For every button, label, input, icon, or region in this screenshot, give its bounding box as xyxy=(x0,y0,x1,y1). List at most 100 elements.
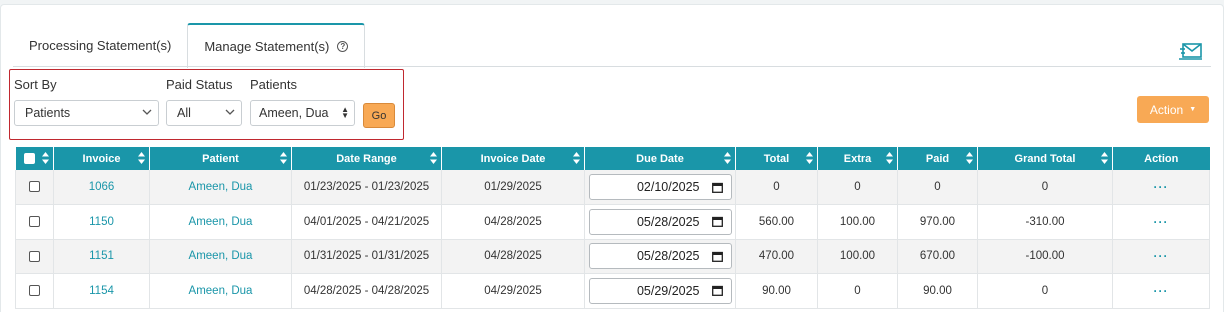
due-date-cell: 05/28/2025 xyxy=(584,239,736,274)
action-cell: ··· xyxy=(1112,204,1210,240)
calendar-icon[interactable] xyxy=(711,251,723,262)
invoice-link[interactable]: 1150 xyxy=(53,204,150,240)
patient-link[interactable]: Ameen, Dua xyxy=(149,273,292,309)
due-date-value: 05/29/2025 xyxy=(636,283,700,298)
grand-total-cell: -100.00 xyxy=(977,239,1113,274)
sort-icon[interactable] xyxy=(138,152,145,164)
tab-divider xyxy=(13,66,1211,67)
more-options-icon[interactable]: ··· xyxy=(1154,284,1169,298)
grand-total-cell: -310.00 xyxy=(977,204,1113,240)
tab-label: Processing Statement(s) xyxy=(29,37,172,53)
due-date-input[interactable]: 05/28/2025 xyxy=(588,243,732,270)
column-header-invoice-date[interactable]: Invoice Date xyxy=(441,147,585,170)
help-icon[interactable]: ? xyxy=(337,41,349,52)
sort-icon[interactable] xyxy=(573,152,580,164)
extra-cell: 100.00 xyxy=(817,239,898,274)
patients-label: Patients xyxy=(250,77,297,92)
column-header-total[interactable]: Total xyxy=(735,147,818,170)
more-options-icon[interactable]: ··· xyxy=(1154,249,1169,263)
invoice-link[interactable]: 1151 xyxy=(53,239,150,274)
paid-cell: 970.00 xyxy=(897,204,978,240)
calendar-icon[interactable] xyxy=(711,285,723,297)
column-header-action: Action xyxy=(1112,147,1210,170)
action-cell: ··· xyxy=(1112,170,1210,205)
grand-total-cell: 0 xyxy=(977,273,1113,309)
column-header-due-date[interactable]: Due Date xyxy=(584,147,736,170)
invoice-date-cell: 04/29/2025 xyxy=(441,273,585,309)
total-cell: 560.00 xyxy=(735,204,818,240)
sort-by-select[interactable]: Patients xyxy=(14,100,159,126)
patient-link[interactable]: Ameen, Dua xyxy=(149,204,292,240)
extra-cell: 100.00 xyxy=(817,204,898,240)
column-header-invoice[interactable]: Invoice xyxy=(53,147,150,170)
paid-cell: 0 xyxy=(897,170,978,205)
column-header-date-range[interactable]: Date Range xyxy=(291,147,442,170)
invoice-link[interactable]: 1154 xyxy=(53,273,150,309)
table-row: 1066 Ameen, Dua 01/23/2025 - 01/23/2025 … xyxy=(15,170,1210,205)
sort-icon[interactable] xyxy=(1101,152,1108,164)
sort-icon[interactable] xyxy=(806,152,813,164)
invoice-date-cell: 04/28/2025 xyxy=(441,204,585,240)
tab-manage-statements[interactable]: Manage Statement(s) ? xyxy=(187,23,366,68)
due-date-cell: 05/29/2025 xyxy=(584,273,736,309)
up-down-arrows-icon: ▲ ▼ xyxy=(341,105,349,120)
invoice-date-cell: 04/28/2025 xyxy=(441,239,585,274)
sort-icon[interactable] xyxy=(966,152,973,164)
column-header-extra[interactable]: Extra xyxy=(817,147,898,170)
row-checkbox-cell xyxy=(15,204,54,240)
caret-down-icon: ▼ xyxy=(1189,106,1197,113)
total-cell: 0 xyxy=(735,170,818,205)
tab-processing-statements[interactable]: Processing Statement(s) xyxy=(13,23,187,67)
paid-status-value: All xyxy=(177,106,191,120)
action-dropdown-button[interactable]: Action ▼ xyxy=(1137,96,1209,123)
tab-bar: Processing Statement(s) Manage Statement… xyxy=(13,23,366,68)
patient-link[interactable]: Ameen, Dua xyxy=(149,170,292,205)
row-checkbox[interactable] xyxy=(29,216,40,228)
sort-icon[interactable] xyxy=(42,152,49,164)
sort-icon[interactable] xyxy=(886,152,893,164)
due-date-input[interactable]: 05/28/2025 xyxy=(588,208,732,235)
sort-by-value: Patients xyxy=(25,106,71,120)
patient-link[interactable]: Ameen, Dua xyxy=(149,239,292,274)
due-date-cell: 02/10/2025 xyxy=(584,170,736,205)
mail-send-icon[interactable] xyxy=(1179,41,1203,61)
row-checkbox[interactable] xyxy=(29,250,40,262)
total-cell: 470.00 xyxy=(735,239,818,274)
chevron-down-icon xyxy=(142,109,152,115)
row-checkbox[interactable] xyxy=(29,181,40,193)
more-options-icon[interactable]: ··· xyxy=(1154,180,1169,194)
more-options-icon[interactable]: ··· xyxy=(1154,215,1169,229)
date-range-cell: 04/28/2025 - 04/28/2025 xyxy=(291,273,442,309)
calendar-icon[interactable] xyxy=(711,216,723,228)
table-header-row: Invoice Patient Date Range Invoice Date … xyxy=(15,147,1210,170)
due-date-input[interactable]: 05/29/2025 xyxy=(588,277,732,304)
row-checkbox-cell xyxy=(15,273,54,309)
patients-value: Ameen, Dua xyxy=(259,106,329,120)
extra-cell: 0 xyxy=(817,170,898,205)
statements-table: Invoice Patient Date Range Invoice Date … xyxy=(15,147,1210,309)
invoice-link[interactable]: 1066 xyxy=(53,170,150,205)
table-row: 1150 Ameen, Dua 04/01/2025 - 04/21/2025 … xyxy=(15,204,1210,240)
due-date-value: 05/28/2025 xyxy=(636,214,700,229)
table-row: 1151 Ameen, Dua 01/31/2025 - 01/31/2025 … xyxy=(15,239,1210,274)
paid-cell: 670.00 xyxy=(897,239,978,274)
column-header-patient[interactable]: Patient xyxy=(149,147,292,170)
row-checkbox-cell xyxy=(15,239,54,274)
due-date-value: 05/28/2025 xyxy=(636,249,700,264)
due-date-input[interactable]: 02/10/2025 xyxy=(588,174,732,200)
select-all-checkbox[interactable] xyxy=(23,153,35,165)
sort-icon[interactable] xyxy=(724,152,731,164)
sort-icon[interactable] xyxy=(280,152,287,164)
sort-by-label: Sort By xyxy=(14,77,57,92)
action-cell: ··· xyxy=(1112,239,1210,274)
date-range-cell: 01/31/2025 - 01/31/2025 xyxy=(291,239,442,274)
row-checkbox[interactable] xyxy=(29,285,40,297)
sort-icon[interactable] xyxy=(430,152,437,164)
paid-cell: 90.00 xyxy=(897,273,978,309)
column-header-paid[interactable]: Paid xyxy=(897,147,978,170)
column-header-grand-total[interactable]: Grand Total xyxy=(977,147,1113,170)
go-button[interactable]: Go xyxy=(363,103,395,128)
paid-status-select[interactable]: All xyxy=(166,100,242,126)
calendar-icon[interactable] xyxy=(711,182,723,193)
patients-select[interactable]: Ameen, Dua ▲ ▼ xyxy=(250,100,355,126)
